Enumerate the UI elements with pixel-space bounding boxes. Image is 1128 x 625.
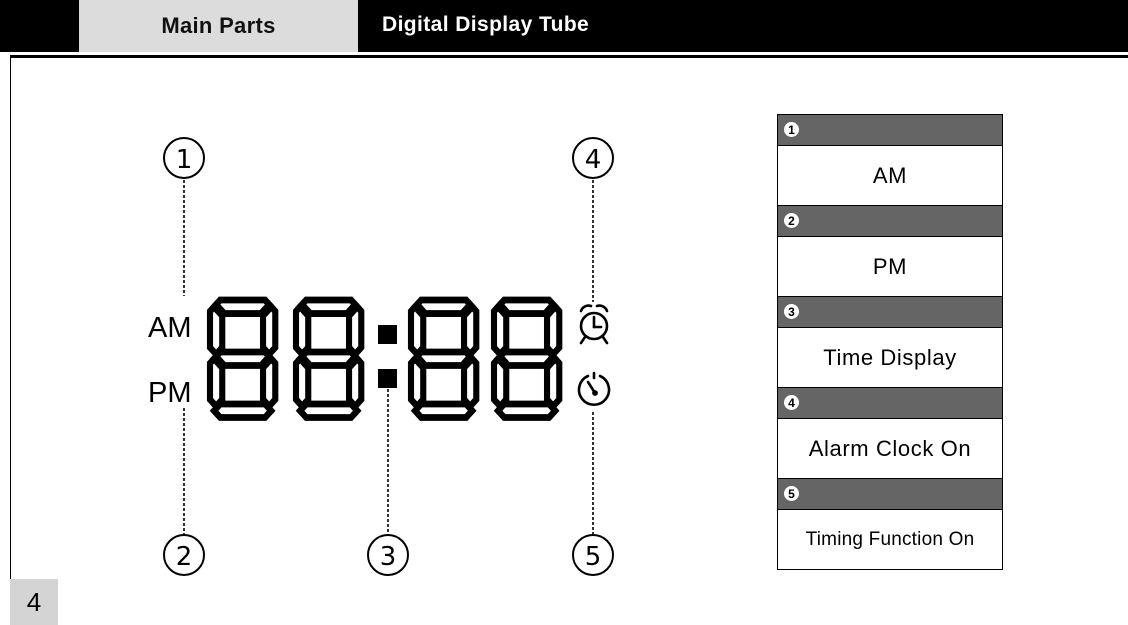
callout-2: 2 xyxy=(163,534,205,576)
svg-text:3: 3 xyxy=(380,542,397,572)
legend-header-1: 1 xyxy=(778,115,1002,145)
svg-text:2: 2 xyxy=(176,542,193,572)
digit-4 xyxy=(494,300,559,418)
display-diagram: 1 2 3 4 5 AM PM xyxy=(148,137,614,576)
legend-label: Timing Function On xyxy=(778,509,1002,569)
colon-top-dot xyxy=(378,325,397,344)
legend-number: 1 xyxy=(784,122,799,137)
colon-bottom-dot xyxy=(378,369,397,388)
callout-1: 1 xyxy=(163,137,205,179)
legend-label: Alarm Clock On xyxy=(778,418,1002,478)
legend-table: 1 AM 2 PM 3 Time Display 4 Alarm Clock O… xyxy=(777,114,1003,570)
digit-1 xyxy=(210,300,275,418)
legend-header-2: 2 xyxy=(778,205,1002,236)
legend-header-5: 5 xyxy=(778,478,1002,509)
legend-number: 5 xyxy=(784,486,799,501)
callout-5: 5 xyxy=(572,534,614,576)
digit-3 xyxy=(411,300,476,418)
am-indicator: AM xyxy=(148,312,192,344)
legend-number: 4 xyxy=(784,395,799,410)
callout-4: 4 xyxy=(572,137,614,179)
legend-label: PM xyxy=(778,236,1002,296)
legend-header-3: 3 xyxy=(778,296,1002,327)
legend-label: Time Display xyxy=(778,327,1002,387)
legend-header-4: 4 xyxy=(778,387,1002,418)
pm-indicator: PM xyxy=(148,377,192,409)
legend-label: AM xyxy=(778,145,1002,205)
leader-lines xyxy=(183,180,594,535)
callout-3: 3 xyxy=(367,534,409,576)
alarm-clock-icon xyxy=(579,304,609,345)
page-number: 4 xyxy=(10,579,58,625)
legend-number: 2 xyxy=(784,213,799,228)
timer-icon xyxy=(577,371,611,407)
svg-text:1: 1 xyxy=(176,145,193,175)
svg-text:4: 4 xyxy=(585,145,602,175)
digit-2 xyxy=(296,300,361,418)
legend-number: 3 xyxy=(784,304,799,319)
svg-text:5: 5 xyxy=(585,542,602,572)
